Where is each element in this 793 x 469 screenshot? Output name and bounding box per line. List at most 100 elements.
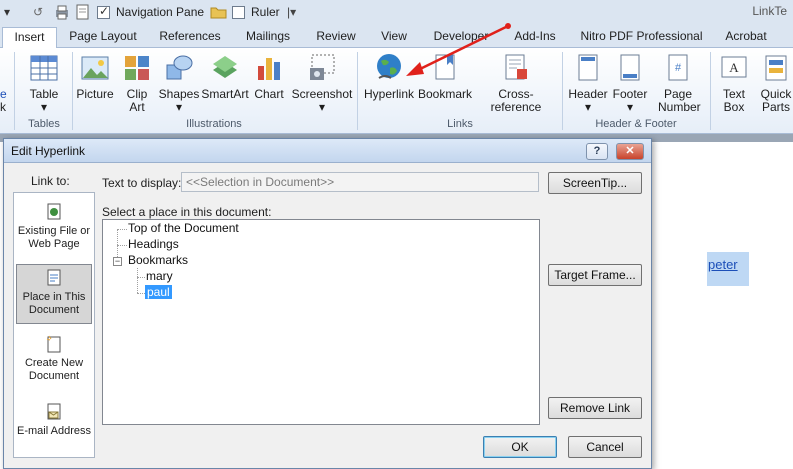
tree-item-bookmarks[interactable]: Bookmarks	[128, 253, 188, 267]
ruler-toggle[interactable]: Ruler	[232, 3, 280, 21]
link-option-label: Create New Document	[24, 357, 84, 382]
header-icon	[578, 54, 598, 81]
dropdown-chevron-icon[interactable]: ▾	[4, 3, 10, 21]
page-number-button[interactable]: # Page Number	[652, 52, 704, 116]
dialog-title: Edit Hyperlink	[4, 139, 651, 163]
tree-item-top[interactable]: Top of the Document	[128, 221, 239, 235]
document-place-tree[interactable]: Top of the Document Headings − Bookmarks…	[102, 219, 540, 425]
group-label-links: Links	[447, 118, 473, 130]
tree-connector	[137, 293, 145, 294]
target-frame-button[interactable]: Target Frame...	[548, 264, 642, 286]
group-separator	[710, 52, 711, 130]
place-in-document-icon	[47, 269, 61, 286]
clip-art-icon	[125, 56, 149, 80]
link-option-label: Existing File or Web Page	[17, 225, 91, 250]
existing-file-icon	[47, 203, 61, 220]
link-option-place-in-document[interactable]: Place in This Document	[16, 264, 92, 324]
partial-label-bottom: k	[0, 100, 6, 114]
cross-reference-label: Cross-reference	[490, 87, 542, 114]
group-separator	[14, 52, 15, 130]
document-selected-link[interactable]: peter	[707, 252, 749, 286]
link-to-bar: Existing File or Web Page Place in This …	[13, 192, 95, 458]
text-box-button[interactable]: A Text Box	[714, 52, 754, 116]
create-new-document-icon	[46, 335, 61, 353]
chart-button[interactable]: Chart	[250, 52, 288, 116]
navigation-pane-toggle[interactable]: Navigation Pane	[97, 3, 204, 21]
tree-item-bookmark-paul[interactable]: paul	[145, 285, 172, 299]
ok-button[interactable]: OK	[483, 436, 557, 458]
tree-connector	[117, 229, 127, 230]
link-option-existing-file[interactable]: Existing File or Web Page	[16, 199, 92, 263]
dropdown-chevron-icon: ▾	[584, 100, 592, 114]
header-button[interactable]: Header ▾	[566, 52, 610, 116]
print-icon[interactable]	[54, 3, 70, 21]
smartart-label: SmartArt	[201, 87, 249, 101]
group-separator	[72, 52, 73, 130]
text-box-label: Text Box	[722, 87, 745, 114]
ruler-label: Ruler	[251, 5, 280, 19]
table-button[interactable]: Table ▾	[24, 52, 64, 116]
tab-nitro-pdf[interactable]: Nitro PDF Professional	[575, 27, 708, 48]
partial-ribbon-item: e k	[0, 88, 7, 114]
tree-item-bookmark-mary[interactable]: mary	[146, 269, 173, 283]
smartart-button[interactable]: SmartArt	[201, 52, 249, 116]
quick-parts-button[interactable]: Quick Parts	[756, 52, 793, 116]
picture-button[interactable]: Picture	[74, 52, 116, 116]
checkbox-unchecked-icon	[232, 5, 245, 19]
page-number-label: Page Number	[658, 87, 701, 114]
tab-review[interactable]: Review	[308, 27, 364, 48]
checkbox-checked-icon	[97, 4, 110, 19]
link-option-label: Place in This Document	[22, 291, 86, 316]
folder-icon[interactable]	[210, 3, 227, 21]
link-option-email[interactable]: E-mail Address	[16, 399, 92, 463]
close-icon[interactable]: ✕	[616, 143, 644, 160]
email-address-icon	[47, 403, 61, 420]
tab-references[interactable]: References	[152, 27, 228, 48]
navigation-pane-label: Navigation Pane	[116, 5, 205, 19]
picture-icon	[81, 56, 109, 80]
text-to-display-label: Text to display:	[102, 176, 182, 190]
footer-button[interactable]: Footer ▾	[610, 52, 650, 116]
undo-icon[interactable]: ↺	[33, 3, 43, 21]
collapse-icon[interactable]: −	[113, 257, 122, 266]
group-label-illustrations: Illustrations	[186, 118, 242, 130]
clip-art-label: Clip Art	[126, 87, 148, 114]
remove-link-button[interactable]: Remove Link	[548, 397, 642, 419]
tree-connector	[137, 268, 138, 293]
group-label-header-footer: Header & Footer	[595, 118, 677, 130]
chart-label: Chart	[254, 87, 284, 101]
tree-connector	[137, 277, 145, 278]
tab-acrobat[interactable]: Acrobat	[716, 27, 776, 48]
shapes-button[interactable]: Shapes ▾	[158, 52, 200, 116]
tree-connector	[117, 245, 127, 246]
link-option-label: E-mail Address	[17, 425, 91, 437]
smartart-icon	[213, 56, 237, 78]
select-place-label: Select a place in this document:	[102, 205, 272, 219]
bookmark-label: Bookmark	[418, 87, 473, 101]
tab-insert[interactable]: Insert	[2, 27, 57, 48]
screentip-button[interactable]: ScreenTip...	[548, 172, 642, 194]
text-to-display-input[interactable]	[181, 172, 539, 192]
dropdown-chevron-icon: ▾	[175, 100, 183, 114]
tab-mailings[interactable]: Mailings	[236, 27, 300, 48]
dropdown-chevron-icon: ▾	[318, 100, 326, 114]
link-to-label: Link to:	[31, 174, 70, 188]
clip-art-button[interactable]: Clip Art	[118, 52, 156, 116]
screenshot-icon	[310, 54, 335, 80]
cancel-button[interactable]: Cancel	[568, 436, 642, 458]
ribbon-insert: e k Table ▾ Tables Picture Clip Art Shap…	[0, 23, 793, 134]
help-icon[interactable]: ?	[586, 143, 608, 160]
table-icon	[30, 55, 58, 81]
link-option-create-new[interactable]: Create New Document	[16, 331, 92, 395]
page-number-icon: #	[668, 54, 688, 81]
text-box-icon: A	[721, 56, 747, 78]
tree-item-headings[interactable]: Headings	[128, 237, 179, 251]
edit-hyperlink-dialog: Edit Hyperlink ? ✕ Link to: Existing Fil…	[3, 138, 652, 469]
screenshot-button[interactable]: Screenshot ▾	[290, 52, 354, 116]
hyperlink-label: Hyperlink	[363, 87, 414, 101]
customize-toolbar-icon[interactable]: |▾	[287, 3, 296, 21]
tab-page-layout[interactable]: Page Layout	[63, 27, 143, 48]
group-separator	[357, 52, 358, 130]
group-label-tables: Tables	[28, 118, 60, 130]
document-icon[interactable]	[76, 3, 90, 21]
